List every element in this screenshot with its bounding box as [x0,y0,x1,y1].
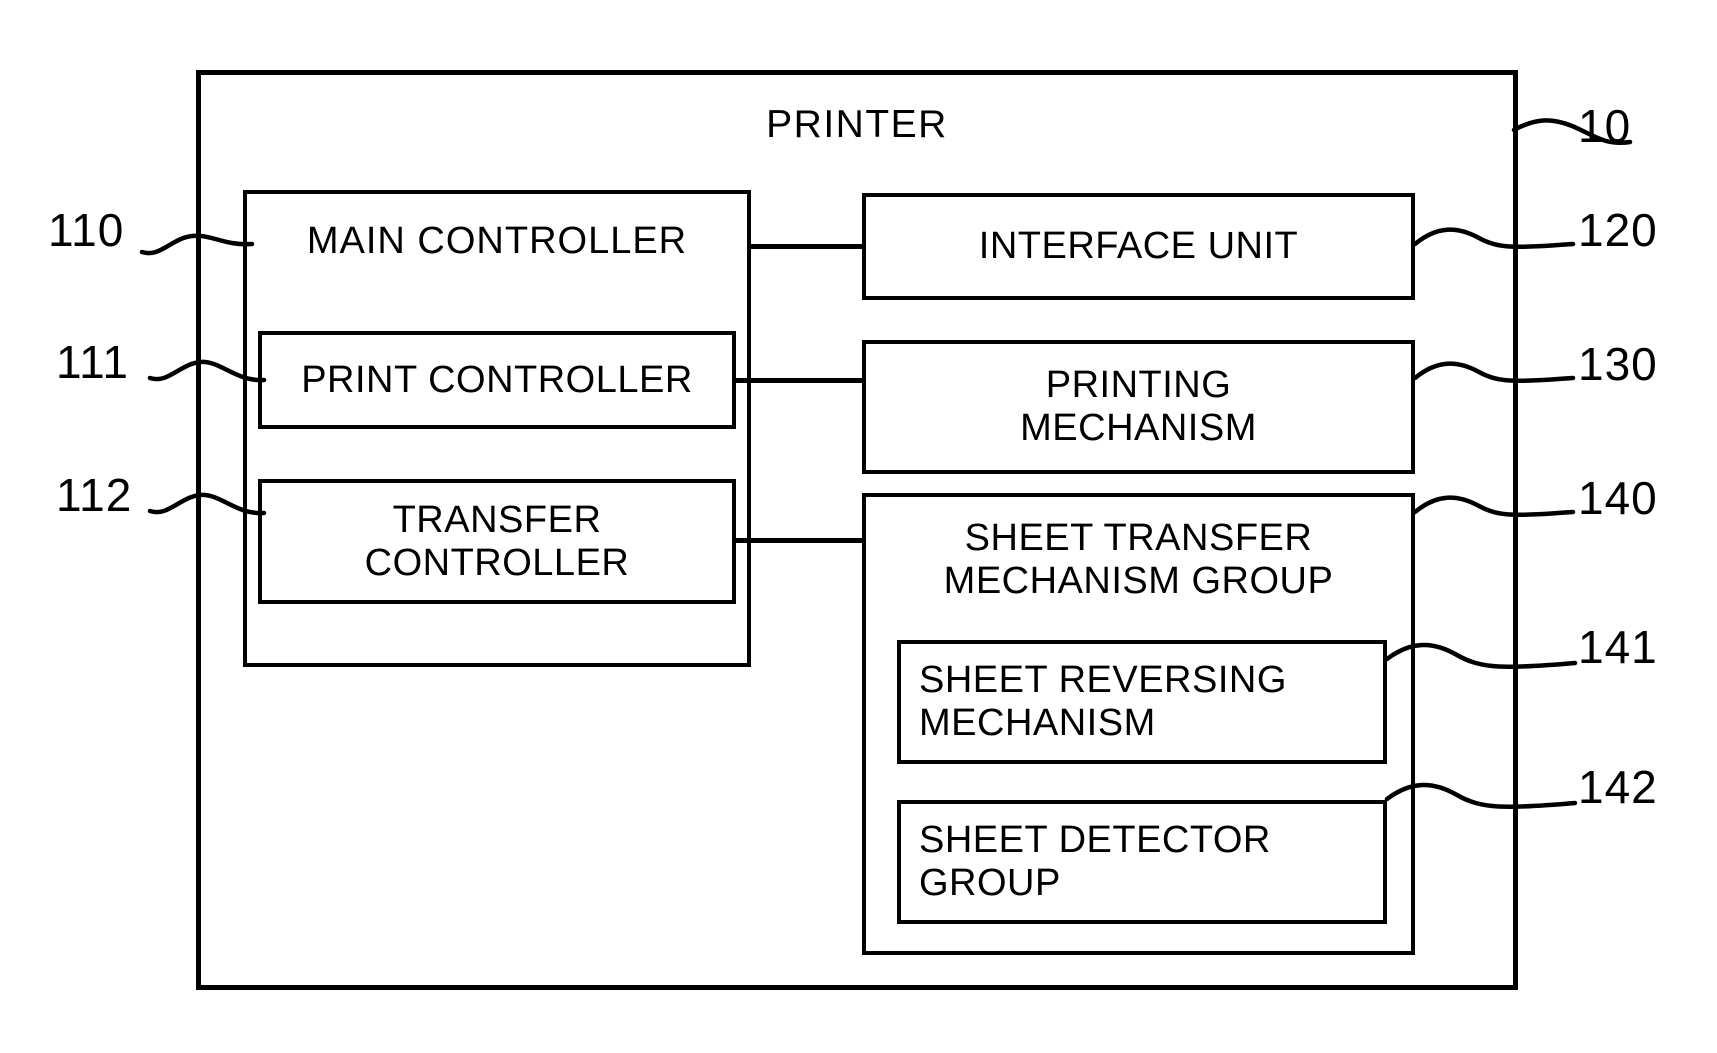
transfer-controller-label-line1: TRANSFER [392,498,602,541]
sheet-reversing-mechanism-label-line1: SHEET REVERSING [919,659,1287,702]
reference-number-140: 140 [1578,472,1658,524]
reference-number-111: 111 [56,336,129,388]
sheet-transfer-group-label-line1: SHEET TRANSFER [964,517,1313,559]
leader-line-142 [1384,782,1578,810]
interface-unit-label: INTERFACE UNIT [978,225,1299,268]
print-controller-box: PRINT CONTROLLER [258,331,736,429]
sheet-transfer-mechanism-group-label: SHEET TRANSFER MECHANISM GROUP [866,517,1411,604]
sheet-detector-group-label: SHEET DETECTOR GROUP [919,819,1383,904]
interface-unit-box: INTERFACE UNIT [862,193,1415,300]
leader-line-111 [147,359,267,383]
sheet-detector-group-label-line2: GROUP [919,862,1061,904]
reference-number-141: 141 [1578,621,1658,673]
reference-number-142: 142 [1578,761,1658,813]
patent-figure-canvas: PRINTER MAIN CONTROLLER PRINT CONTROLLER… [0,0,1717,1053]
printing-mechanism-label-line2: MECHANISM [1020,407,1257,449]
reference-number-120: 120 [1578,204,1658,256]
sheet-detector-group-label-line1: SHEET DETECTOR [919,819,1271,862]
leader-line-112 [147,492,267,516]
leader-line-140 [1412,495,1576,518]
reference-number-130: 130 [1578,338,1658,390]
sheet-reversing-mechanism-box: SHEET REVERSING MECHANISM [897,640,1387,764]
sheet-detector-group-box: SHEET DETECTOR GROUP [897,800,1387,924]
printer-title: PRINTER [766,103,948,146]
reference-number-10: 10 [1578,100,1632,152]
sheet-reversing-mechanism-label-line2: MECHANISM [919,702,1156,744]
sheet-transfer-group-label-line2: MECHANISM GROUP [943,560,1334,603]
printing-mechanism-label: PRINTING MECHANISM [866,364,1411,449]
leader-line-130 [1412,361,1576,384]
printing-mechanism-label-line1: PRINTING [1045,364,1232,407]
leader-line-141 [1384,642,1578,670]
connector-transfer-controller-to-sheet-transfer-group [736,538,864,543]
connector-print-controller-to-printing-mechanism [736,378,864,383]
reference-number-112: 112 [56,469,133,521]
sheet-reversing-mechanism-label: SHEET REVERSING MECHANISM [919,659,1383,744]
main-controller-label: MAIN CONTROLLER [306,220,688,262]
printing-mechanism-box: PRINTING MECHANISM [862,340,1415,474]
leader-line-120 [1412,227,1576,250]
reference-number-110: 110 [48,204,125,256]
transfer-controller-label: TRANSFER CONTROLLER [262,499,732,584]
leader-line-110 [139,233,255,256]
transfer-controller-label-line2: CONTROLLER [364,541,630,584]
connector-main-controller-to-interface-unit [751,244,864,249]
print-controller-label: PRINT CONTROLLER [301,358,693,401]
transfer-controller-box: TRANSFER CONTROLLER [258,479,736,604]
